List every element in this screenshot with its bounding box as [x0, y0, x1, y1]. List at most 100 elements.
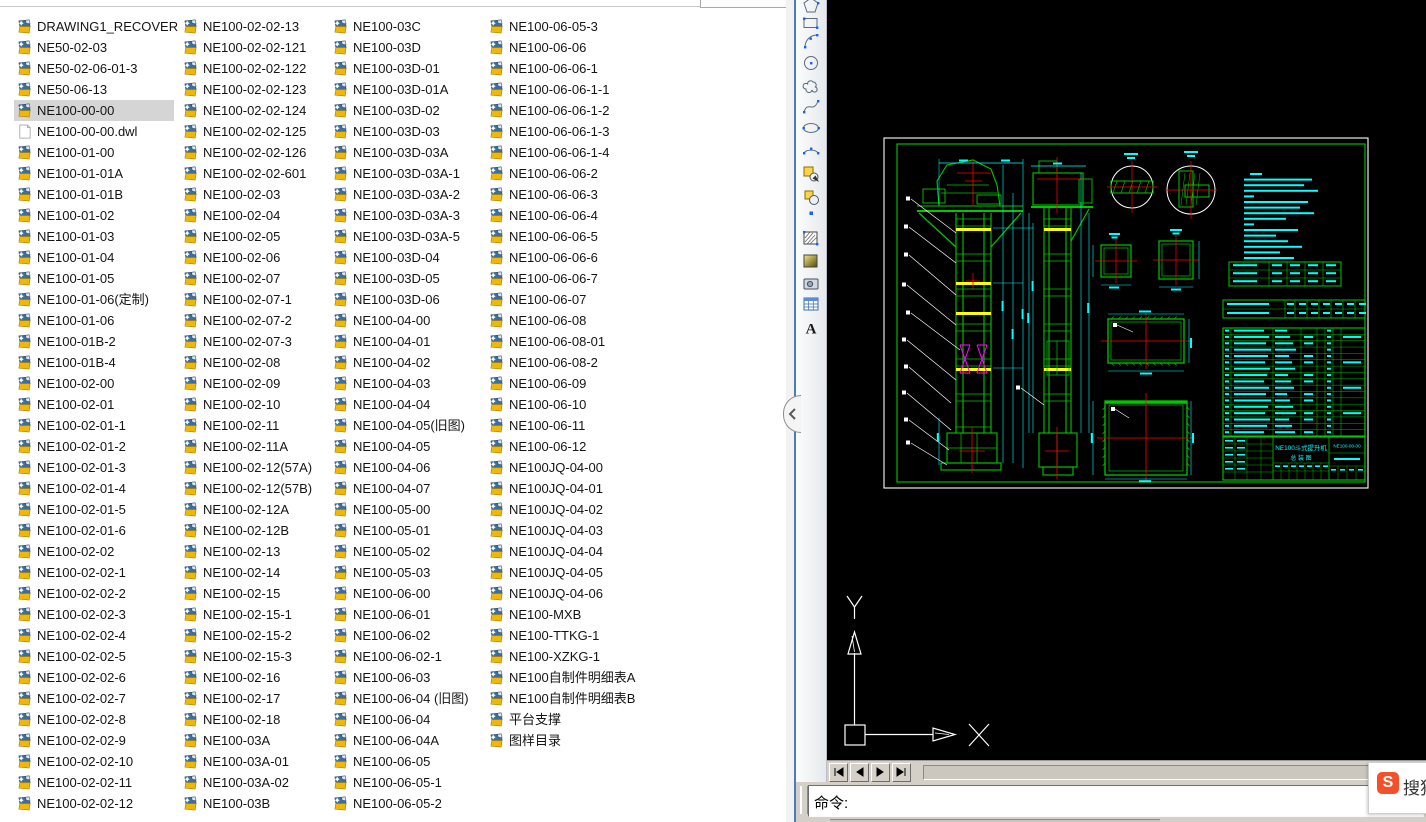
file-item[interactable]: NE100JQ-04-05 [486, 562, 644, 583]
file-item[interactable]: NE100-04-00 [330, 310, 482, 331]
file-item[interactable]: NE100-00-00.dwl [14, 121, 174, 142]
file-item[interactable]: NE100-02-09 [180, 373, 328, 394]
file-item[interactable]: NE100JQ-04-01 [486, 478, 644, 499]
file-item[interactable]: NE100-TTKG-1 [486, 625, 644, 646]
file-item[interactable]: NE100-02-02-12 [14, 793, 174, 814]
file-item[interactable]: NE100-04-06 [330, 457, 482, 478]
file-item[interactable]: NE100-06-00 [330, 583, 482, 604]
file-item[interactable]: NE100-02-02-2 [14, 583, 174, 604]
file-item[interactable]: NE50-02-03 [14, 37, 174, 58]
file-item[interactable]: NE100-03D-04 [330, 247, 482, 268]
file-item[interactable]: NE100-06-06-4 [486, 205, 644, 226]
file-item[interactable]: NE100-06-11 [486, 415, 644, 436]
file-item[interactable]: NE100-02-11 [180, 415, 328, 436]
file-item[interactable]: NE100-02-07-1 [180, 289, 328, 310]
file-item[interactable]: NE100-04-05(旧图) [330, 415, 482, 436]
tab-nav-first-button[interactable] [829, 763, 848, 782]
file-item[interactable]: NE100-02-04 [180, 205, 328, 226]
file-item[interactable]: NE100-06-06-1-4 [486, 142, 644, 163]
file-item[interactable]: NE100-01-01A [14, 163, 174, 184]
file-item[interactable]: NE100-03D-03A-1 [330, 163, 482, 184]
file-item[interactable]: NE100-06-08-01 [486, 331, 644, 352]
file-item[interactable]: NE100-02-01 [14, 394, 174, 415]
file-item[interactable]: NE100-00-00 [14, 100, 174, 121]
file-item[interactable]: NE100-02-00 [14, 373, 174, 394]
file-item[interactable]: NE100-02-08 [180, 352, 328, 373]
file-item[interactable]: NE100-02-02-126 [180, 142, 328, 163]
file-item[interactable]: NE100-06-06-5 [486, 226, 644, 247]
file-item[interactable]: NE100-04-04 [330, 394, 482, 415]
file-item[interactable]: NE100-06-06-1 [486, 58, 644, 79]
file-item[interactable]: NE100-06-06-1-2 [486, 100, 644, 121]
file-item[interactable]: 图样目录 [486, 730, 644, 751]
file-item[interactable]: NE100-05-03 [330, 562, 482, 583]
file-item[interactable]: NE100-06-07 [486, 289, 644, 310]
file-item[interactable]: NE100-03D-03A-5 [330, 226, 482, 247]
file-item[interactable]: NE50-02-06-01-3 [14, 58, 174, 79]
file-item[interactable]: NE100-06-05-2 [330, 793, 482, 814]
file-item[interactable]: NE100-06-12 [486, 436, 644, 457]
draw-tool-revision-cloud[interactable] [800, 75, 822, 97]
file-item[interactable]: NE100-02-07-3 [180, 331, 328, 352]
draw-tool-point[interactable] [800, 202, 822, 224]
file-item[interactable]: NE100-02-02-5 [14, 646, 174, 667]
file-item[interactable]: NE100-02-15-2 [180, 625, 328, 646]
file-item[interactable]: NE100-06-06-1-3 [486, 121, 644, 142]
file-explorer-pane[interactable]: DRAWING1_RECOVERNE50-02-03NE50-02-06-01-… [0, 0, 786, 822]
file-item[interactable]: NE100-02-02-3 [14, 604, 174, 625]
file-item[interactable]: NE100-01-01B [14, 184, 174, 205]
file-item[interactable]: NE100-02-12(57B) [180, 478, 328, 499]
file-item[interactable]: NE100-MXB [486, 604, 644, 625]
file-item[interactable]: NE100JQ-04-06 [486, 583, 644, 604]
model-space-canvas[interactable]: NE100斗式提升机总 装 图NE100-00-00 [827, 0, 1426, 760]
file-item[interactable]: NE100-02-01-6 [14, 520, 174, 541]
file-item[interactable]: NE100-04-01 [330, 331, 482, 352]
file-item[interactable]: NE100-02-07 [180, 268, 328, 289]
file-item[interactable]: NE100-06-02 [330, 625, 482, 646]
file-item[interactable]: NE100-06-01 [330, 604, 482, 625]
tab-nav-last-button[interactable] [892, 763, 911, 782]
file-item[interactable]: NE100-06-03 [330, 667, 482, 688]
file-item[interactable]: NE100-04-07 [330, 478, 482, 499]
file-item[interactable]: NE100-01B-4 [14, 352, 174, 373]
file-item[interactable]: NE100-02-11A [180, 436, 328, 457]
file-item[interactable]: NE100-02-01-4 [14, 478, 174, 499]
file-item[interactable]: NE100-02-02-122 [180, 58, 328, 79]
command-input[interactable]: 命令: [808, 785, 1424, 817]
draw-tool-insert-block[interactable] [800, 163, 822, 185]
file-item[interactable]: NE100-02-02-1 [14, 562, 174, 583]
file-item[interactable]: NE100-02-01-1 [14, 415, 174, 436]
draw-tool-spline[interactable] [800, 95, 822, 117]
file-item[interactable]: NE100-01B-2 [14, 331, 174, 352]
file-item[interactable]: NE100-06-04 [330, 709, 482, 730]
file-item[interactable]: NE100-02-12(57A) [180, 457, 328, 478]
file-item[interactable]: NE100-02-14 [180, 562, 328, 583]
file-item[interactable]: NE100-02-02-11 [14, 772, 174, 793]
file-item[interactable]: NE100-02-02-10 [14, 751, 174, 772]
file-item[interactable]: NE100-03D-02 [330, 100, 482, 121]
draw-tool-region[interactable] [800, 273, 822, 295]
file-item[interactable]: NE100-03D-03A-2 [330, 184, 482, 205]
file-item[interactable]: NE100-06-05-3 [486, 16, 644, 37]
file-item[interactable]: NE100-02-02-124 [180, 100, 328, 121]
file-item[interactable]: NE100-03A-01 [180, 751, 328, 772]
file-item[interactable]: NE100-02-02-125 [180, 121, 328, 142]
file-item[interactable]: NE100-02-01-5 [14, 499, 174, 520]
ime-popup[interactable]: S 搜狗 [1368, 762, 1426, 814]
file-item[interactable]: 平台支撑 [486, 709, 644, 730]
file-item[interactable]: NE100-02-15 [180, 583, 328, 604]
file-item[interactable]: NE100-03A-02 [180, 772, 328, 793]
file-item[interactable]: NE100-02-02-123 [180, 79, 328, 100]
file-item[interactable]: NE100-06-05 [330, 751, 482, 772]
file-item[interactable]: NE100-02-01-2 [14, 436, 174, 457]
file-item[interactable]: NE100-04-02 [330, 352, 482, 373]
file-item[interactable]: NE100JQ-04-03 [486, 520, 644, 541]
file-item[interactable]: NE100-03D-03A [330, 142, 482, 163]
file-item[interactable]: NE100-06-06-6 [486, 247, 644, 268]
file-item[interactable]: NE100-06-06-3 [486, 184, 644, 205]
file-item[interactable]: NE100JQ-04-02 [486, 499, 644, 520]
file-item[interactable]: DRAWING1_RECOVER [14, 16, 174, 37]
file-item[interactable]: NE100-02-02-8 [14, 709, 174, 730]
file-item[interactable]: NE100-02-07-2 [180, 310, 328, 331]
file-item[interactable]: NE100-02-02-7 [14, 688, 174, 709]
